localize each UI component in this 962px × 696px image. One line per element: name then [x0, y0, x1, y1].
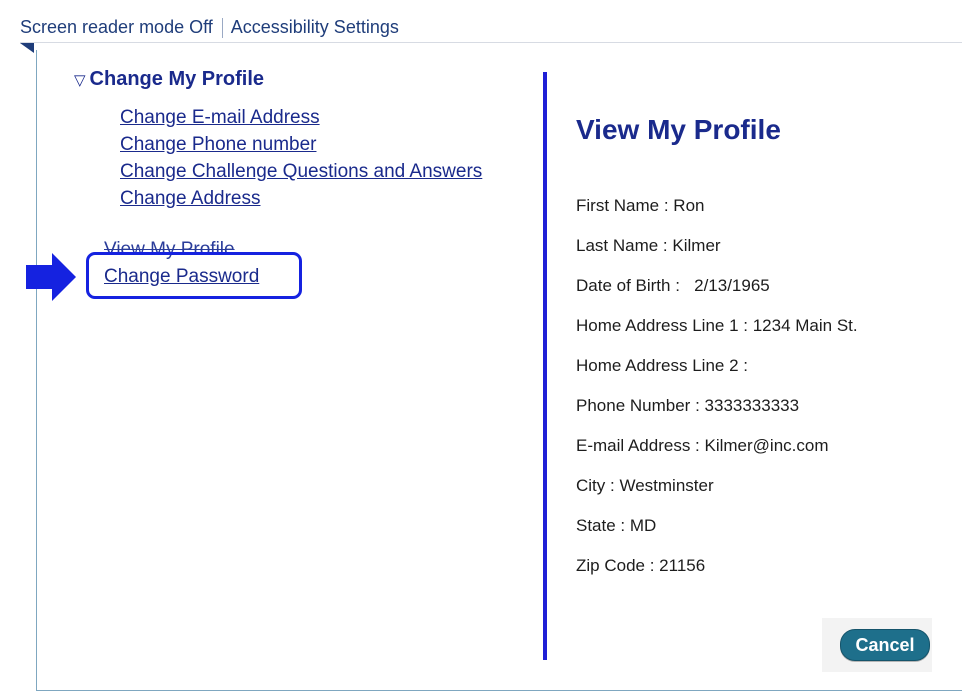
screen-reader-toggle[interactable]: Screen reader mode Off — [20, 17, 213, 37]
field-label: Home Address Line 2 : — [576, 356, 748, 375]
field-label: Date of Birth : — [576, 276, 680, 295]
cancel-area: Cancel — [822, 618, 932, 672]
topbar-divider — [20, 42, 962, 43]
field-label: Phone Number : — [576, 396, 700, 415]
accessibility-settings-link[interactable]: Accessibility Settings — [231, 17, 399, 37]
cancel-button[interactable]: Cancel — [840, 629, 930, 661]
field-label: First Name : — [576, 196, 669, 215]
field-value: Kilmer@inc.com — [704, 436, 829, 455]
section-header-label: Change My Profile — [89, 68, 265, 90]
field-value: Ron — [673, 196, 705, 215]
section-header[interactable]: ▽ Change My Profile — [74, 68, 264, 91]
profile-field-phone: Phone Number : 3333333333 — [576, 396, 858, 436]
page-title: View My Profile — [576, 114, 781, 145]
field-label: E-mail Address : — [576, 436, 700, 455]
change-address-link[interactable]: Change Address — [120, 185, 482, 212]
arrow-right-icon — [26, 253, 76, 301]
triangle-down-icon[interactable]: ▽ — [74, 72, 86, 89]
profile-field-state: State : MD — [576, 516, 858, 556]
topbar-separator — [221, 18, 223, 39]
field-value: Kilmer — [672, 236, 721, 255]
field-label: Home Address Line 1 : — [576, 316, 748, 335]
field-value: 21156 — [659, 556, 706, 575]
change-challenge-questions-link[interactable]: Change Challenge Questions and Answers — [120, 158, 482, 185]
field-label: State : — [576, 516, 626, 535]
profile-field-city: City : Westminster — [576, 476, 858, 516]
vertical-divider — [543, 72, 547, 660]
field-value: 3333333333 — [704, 396, 800, 415]
field-value: 1234 Main St. — [752, 316, 858, 335]
topbar-links: Screen reader mode Off Accessibility Sett… — [20, 17, 399, 39]
profile-field-dob: Date of Birth : 2/13/1965 — [576, 276, 858, 316]
profile-field-address-2: Home Address Line 2 : — [576, 356, 858, 396]
field-value: Westminster — [619, 476, 714, 495]
field-value: MD — [629, 516, 657, 535]
field-label: Zip Code : — [576, 556, 655, 575]
profile-field-email: E-mail Address : Kilmer@inc.com — [576, 436, 858, 476]
change-phone-link[interactable]: Change Phone number — [120, 131, 482, 158]
profile-field-last-name: Last Name : Kilmer — [576, 236, 858, 276]
field-label: Last Name : — [576, 236, 668, 255]
top-bar: Screen reader mode Off Accessibility Sett… — [0, 0, 962, 53]
sub-link-list: Change E-mail Address Change Phone numbe… — [120, 104, 482, 212]
profile-field-list: First Name : Ron Last Name : Kilmer Date… — [576, 196, 858, 596]
profile-field-address-1: Home Address Line 1 : 1234 Main St. — [576, 316, 858, 356]
profile-field-first-name: First Name : Ron — [576, 196, 858, 236]
change-email-link[interactable]: Change E-mail Address — [120, 104, 482, 131]
change-password-highlight — [86, 252, 302, 299]
corner-mark-icon — [20, 43, 34, 53]
field-label: City : — [576, 476, 615, 495]
field-value: 2/13/1965 — [694, 276, 770, 295]
profile-field-zip: Zip Code : 21156 — [576, 556, 858, 596]
